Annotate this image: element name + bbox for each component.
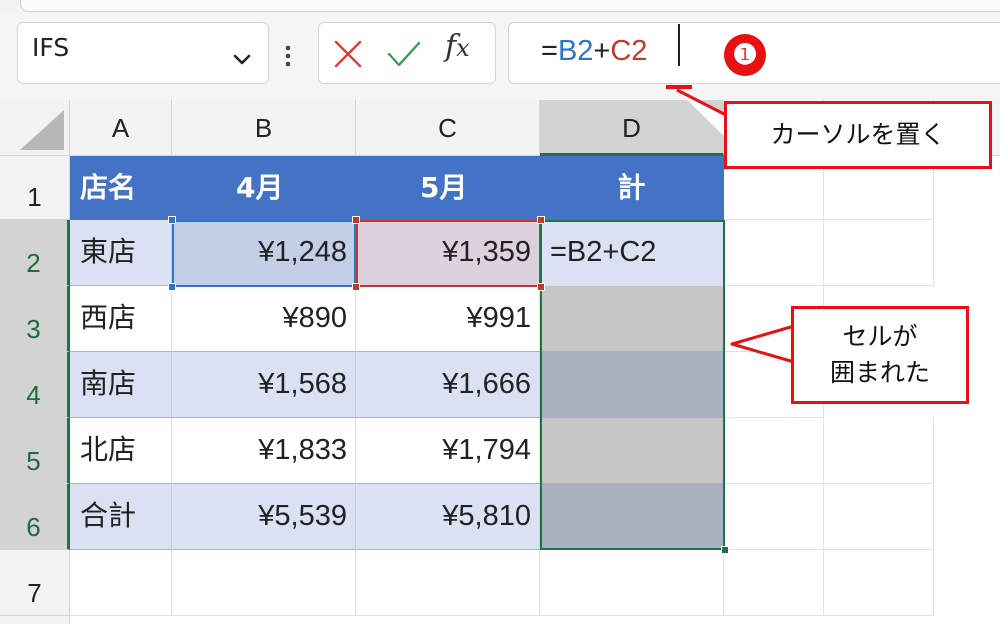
step-badge: ❶: [724, 34, 766, 76]
cell-b4[interactable]: ¥1,568: [172, 352, 356, 418]
row-header-1[interactable]: 1: [0, 156, 70, 220]
row-header-3[interactable]: 3: [0, 286, 70, 352]
cell-f6[interactable]: [824, 484, 934, 550]
formula-ref-c2: C2: [610, 35, 648, 67]
cell-c4[interactable]: ¥1,666: [356, 352, 540, 418]
range-handle-b2-tl[interactable]: [168, 216, 176, 224]
cells-callout-line1: セルが: [842, 322, 918, 351]
cursor-callout: カーソルを置く: [724, 101, 992, 169]
cell-d2-editing[interactable]: =B2+C2: [540, 220, 724, 286]
ribbon-bottom-edge: [0, 0, 1000, 14]
cells-enclosed-callout: セルが 囲まれた: [791, 306, 969, 404]
cell-b1[interactable]: 4月: [172, 156, 356, 220]
cell-d1[interactable]: 計: [540, 156, 724, 220]
range-handle-c2-br[interactable]: [537, 283, 545, 291]
cell-a1[interactable]: 店名: [70, 156, 172, 220]
chevron-down-icon[interactable]: [230, 47, 254, 71]
cell-d3[interactable]: [540, 286, 724, 352]
row-header-1-label: 1: [27, 182, 42, 212]
row-header-8[interactable]: [0, 616, 70, 624]
range-handle-c2-tr[interactable]: [537, 216, 545, 224]
formula-action-buttons: fx: [318, 22, 496, 84]
cell-b3[interactable]: ¥890: [172, 286, 356, 352]
cell-b6[interactable]: ¥5,539: [172, 484, 356, 550]
cell-b7[interactable]: [172, 550, 356, 616]
cell-e7[interactable]: [724, 550, 824, 616]
row-header-3-label: 3: [26, 314, 41, 344]
fill-handle[interactable]: [721, 546, 729, 554]
cell-c1[interactable]: 5月: [356, 156, 540, 220]
cancel-x-icon[interactable]: [333, 39, 363, 69]
enter-check-icon[interactable]: [387, 39, 421, 69]
column-header-c[interactable]: C: [356, 100, 540, 156]
column-header-d[interactable]: D: [540, 100, 724, 156]
cell-f5[interactable]: [824, 418, 934, 484]
formula-text: =B2+C2: [541, 35, 647, 68]
row-header-7[interactable]: 7: [0, 550, 70, 616]
cell-c6[interactable]: ¥5,810: [356, 484, 540, 550]
cell-e2[interactable]: [724, 220, 824, 286]
cell-d4[interactable]: [540, 352, 724, 418]
column-header-b[interactable]: B: [172, 100, 356, 156]
cursor-marker: [666, 85, 692, 89]
name-box[interactable]: IFS: [17, 22, 269, 84]
cell-e6[interactable]: [724, 484, 824, 550]
cells-callout-line2: 囲まれた: [829, 358, 930, 387]
row-header-6-label: 6: [26, 512, 41, 542]
row-header-4-label: 4: [26, 380, 41, 410]
row-header-4[interactable]: 4: [0, 352, 70, 418]
cell-b2[interactable]: ¥1,248: [172, 220, 356, 286]
column-header-a[interactable]: A: [70, 100, 172, 156]
row-header-5[interactable]: 5: [0, 418, 70, 484]
row-header-7-label: 7: [27, 578, 42, 608]
range-handle-c2-tl[interactable]: [352, 216, 360, 224]
select-all-triangle-icon: [20, 110, 64, 150]
text-cursor: [678, 24, 680, 66]
range-handle-c2-bl[interactable]: [352, 283, 360, 291]
cell-d5[interactable]: [540, 418, 724, 484]
cell-f2[interactable]: [824, 220, 934, 286]
cell-a7[interactable]: [70, 550, 172, 616]
cell-c2[interactable]: ¥1,359: [356, 220, 540, 286]
fx-icon[interactable]: fx: [445, 29, 470, 64]
range-handle-b2-bl[interactable]: [168, 283, 176, 291]
formula-equals: =: [541, 35, 558, 67]
cell-a3[interactable]: 西店: [70, 286, 172, 352]
cell-d6[interactable]: [540, 484, 724, 550]
cell-e5[interactable]: [724, 418, 824, 484]
cell-f7[interactable]: [824, 550, 934, 616]
cell-c7[interactable]: [356, 550, 540, 616]
row-header-5-label: 5: [26, 446, 41, 476]
cell-c5[interactable]: ¥1,794: [356, 418, 540, 484]
select-all-corner[interactable]: [0, 100, 70, 156]
row-header-6[interactable]: 6: [0, 484, 70, 550]
formula-operator: +: [593, 35, 611, 67]
cell-a6[interactable]: 合計: [70, 484, 172, 550]
cell-c3[interactable]: ¥991: [356, 286, 540, 352]
fx-x-label: x: [456, 34, 470, 62]
formula-ref-b2: B2: [557, 35, 594, 67]
row-header-2[interactable]: 2: [0, 220, 70, 286]
vertical-ellipsis-icon[interactable]: [285, 44, 291, 68]
row-header-2-label: 2: [26, 248, 41, 278]
formula-bar: IFS fx =B2+C2: [0, 14, 1000, 100]
cell-a4[interactable]: 南店: [70, 352, 172, 418]
cell-b5[interactable]: ¥1,833: [172, 418, 356, 484]
fx-f-label: f: [445, 29, 457, 64]
cell-a5[interactable]: 北店: [70, 418, 172, 484]
name-box-value: IFS: [32, 33, 70, 62]
cell-d7[interactable]: [540, 550, 724, 616]
cell-a2[interactable]: 東店: [70, 220, 172, 286]
ribbon-edge: [20, 0, 1000, 12]
